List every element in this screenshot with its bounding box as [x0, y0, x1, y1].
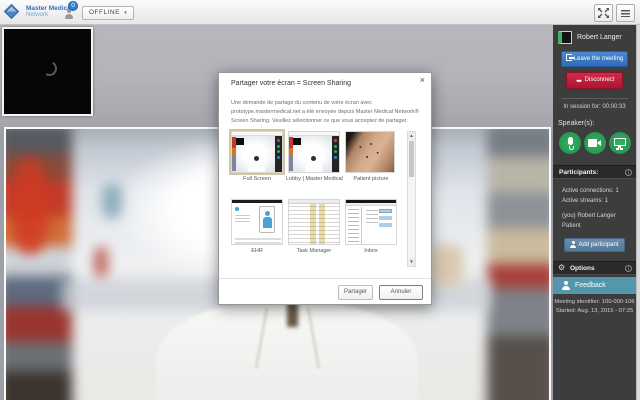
camera-button[interactable]	[584, 132, 606, 154]
chevron-down-icon: ▾	[124, 10, 128, 16]
leave-meeting-button[interactable]: Leave the meeting	[561, 51, 628, 67]
page-scrollbar[interactable]	[636, 25, 640, 400]
dialog-description: Une demande de partage du contenu de vot…	[231, 100, 419, 124]
video-background-blob	[94, 247, 108, 277]
screen-share-button[interactable]	[609, 132, 631, 154]
disconnect-button[interactable]: Disconnect	[566, 72, 623, 89]
thumbnail-label: Patient picture	[353, 176, 389, 182]
loading-spinner	[40, 59, 59, 78]
avatar	[558, 31, 572, 44]
options-section-header[interactable]: ⚙ Options i	[553, 261, 636, 275]
microphone-icon	[567, 137, 574, 150]
monitor-icon	[614, 138, 626, 148]
gear-icon: ⚙	[558, 263, 566, 272]
share-source-lobby[interactable]: Lobby | Master Medical	[286, 131, 343, 182]
participant-self-role: Patient	[562, 223, 581, 229]
thumbnail-label: EHR	[251, 248, 263, 254]
cancel-button[interactable]: Annuler	[379, 285, 423, 300]
camera-icon	[588, 139, 601, 147]
video-background-blob	[12, 159, 48, 254]
share-button[interactable]: Partager	[338, 285, 373, 300]
thumbnail-label: Lobby | Master Medical	[286, 176, 343, 182]
meeting-sidebar: Robert Langer Leave the meeting Disconne…	[553, 25, 636, 400]
thumbnail-preview	[288, 199, 340, 245]
share-source-inbox[interactable]: Inbox	[345, 199, 397, 254]
user-notifications-button[interactable]: 0	[60, 1, 80, 22]
app-root: Master Medical Network 0 OFFLINE ▾ Parta…	[0, 0, 640, 400]
options-info-icon[interactable]: i	[625, 265, 632, 272]
thumbnail-label: Full Screen	[243, 176, 271, 182]
notification-badge: 0	[68, 1, 78, 11]
participants-header-label: Participants:	[559, 169, 599, 176]
active-connections: Active connections: 1	[562, 188, 619, 194]
status-dropdown-label: OFFLINE	[89, 9, 120, 16]
expand-icon	[598, 8, 609, 18]
participant-self-name: (you) Robert Langer	[562, 213, 616, 219]
video-background-blob	[102, 184, 122, 218]
thumbnail-preview	[231, 199, 283, 245]
fullscreen-button[interactable]	[594, 4, 613, 22]
video-background-blob	[431, 244, 463, 286]
self-video-preview	[2, 27, 93, 116]
share-source-fullscreen[interactable]: Full Screen	[229, 129, 285, 182]
top-bar: Master Medical Network 0 OFFLINE ▾	[0, 0, 640, 25]
dialog-footer: Partager Annuler	[219, 278, 431, 306]
participants-section-header: Participants: i	[553, 165, 636, 179]
share-source-task-manager[interactable]: Task Manager	[288, 199, 340, 254]
add-participant-button[interactable]: Add participant	[564, 238, 625, 252]
thumbnail-label: Inbox	[364, 248, 378, 254]
scroll-up-icon[interactable]: ▲	[408, 132, 415, 140]
thumbnail-preview	[288, 131, 340, 173]
close-button[interactable]: ×	[420, 76, 425, 85]
sidebar-toggle-button[interactable]	[616, 4, 635, 22]
add-person-icon	[570, 241, 577, 248]
divider	[561, 98, 628, 99]
meeting-identifier: Meeting identifier: 100-000-106	[554, 299, 635, 305]
logo-icon	[3, 3, 20, 20]
user-name: Robert Langer	[577, 34, 622, 41]
active-streams: Active streams: 1	[562, 198, 609, 204]
session-timer: In session for: 00:00:33	[563, 104, 626, 110]
speakers-label: Speaker(s):	[558, 120, 595, 127]
add-participant-label: Add participant	[578, 242, 619, 248]
screen-share-dialog: Partager votre écran = Screen Sharing × …	[218, 72, 432, 305]
feedback-item[interactable]: Feedback	[553, 277, 636, 294]
dialog-scrollbar[interactable]: ▲ ▼	[407, 131, 416, 267]
thumbnail-label: Task Manager	[296, 248, 332, 254]
exit-door-icon	[565, 54, 574, 61]
share-source-patient-picture[interactable]: Patient picture	[345, 131, 397, 182]
scroll-down-icon[interactable]: ▼	[408, 258, 415, 266]
scrollbar-thumb[interactable]	[409, 141, 414, 177]
video-background-right-shelf	[487, 129, 549, 400]
leave-meeting-label: Leave the meeting	[573, 56, 624, 62]
phone-icon	[574, 75, 583, 82]
options-header-label: Options	[570, 265, 595, 272]
dialog-title: Partager votre écran = Screen Sharing	[231, 80, 352, 87]
meeting-started: Started: Aug. 13, 2015 - 07:25	[555, 308, 634, 314]
feedback-person-icon	[562, 281, 570, 290]
disconnect-label: Disconnect	[584, 77, 615, 83]
thumbnail-preview	[345, 131, 395, 173]
thumbnail-preview	[229, 129, 285, 175]
status-dropdown[interactable]: OFFLINE ▾	[82, 6, 135, 20]
feedback-label: Feedback	[575, 282, 606, 289]
microphone-button[interactable]	[559, 132, 581, 154]
info-icon[interactable]: i	[625, 169, 632, 176]
menu-icon	[621, 10, 630, 17]
thumbnail-preview	[345, 199, 397, 245]
share-source-ehr[interactable]: EHR	[231, 199, 283, 254]
